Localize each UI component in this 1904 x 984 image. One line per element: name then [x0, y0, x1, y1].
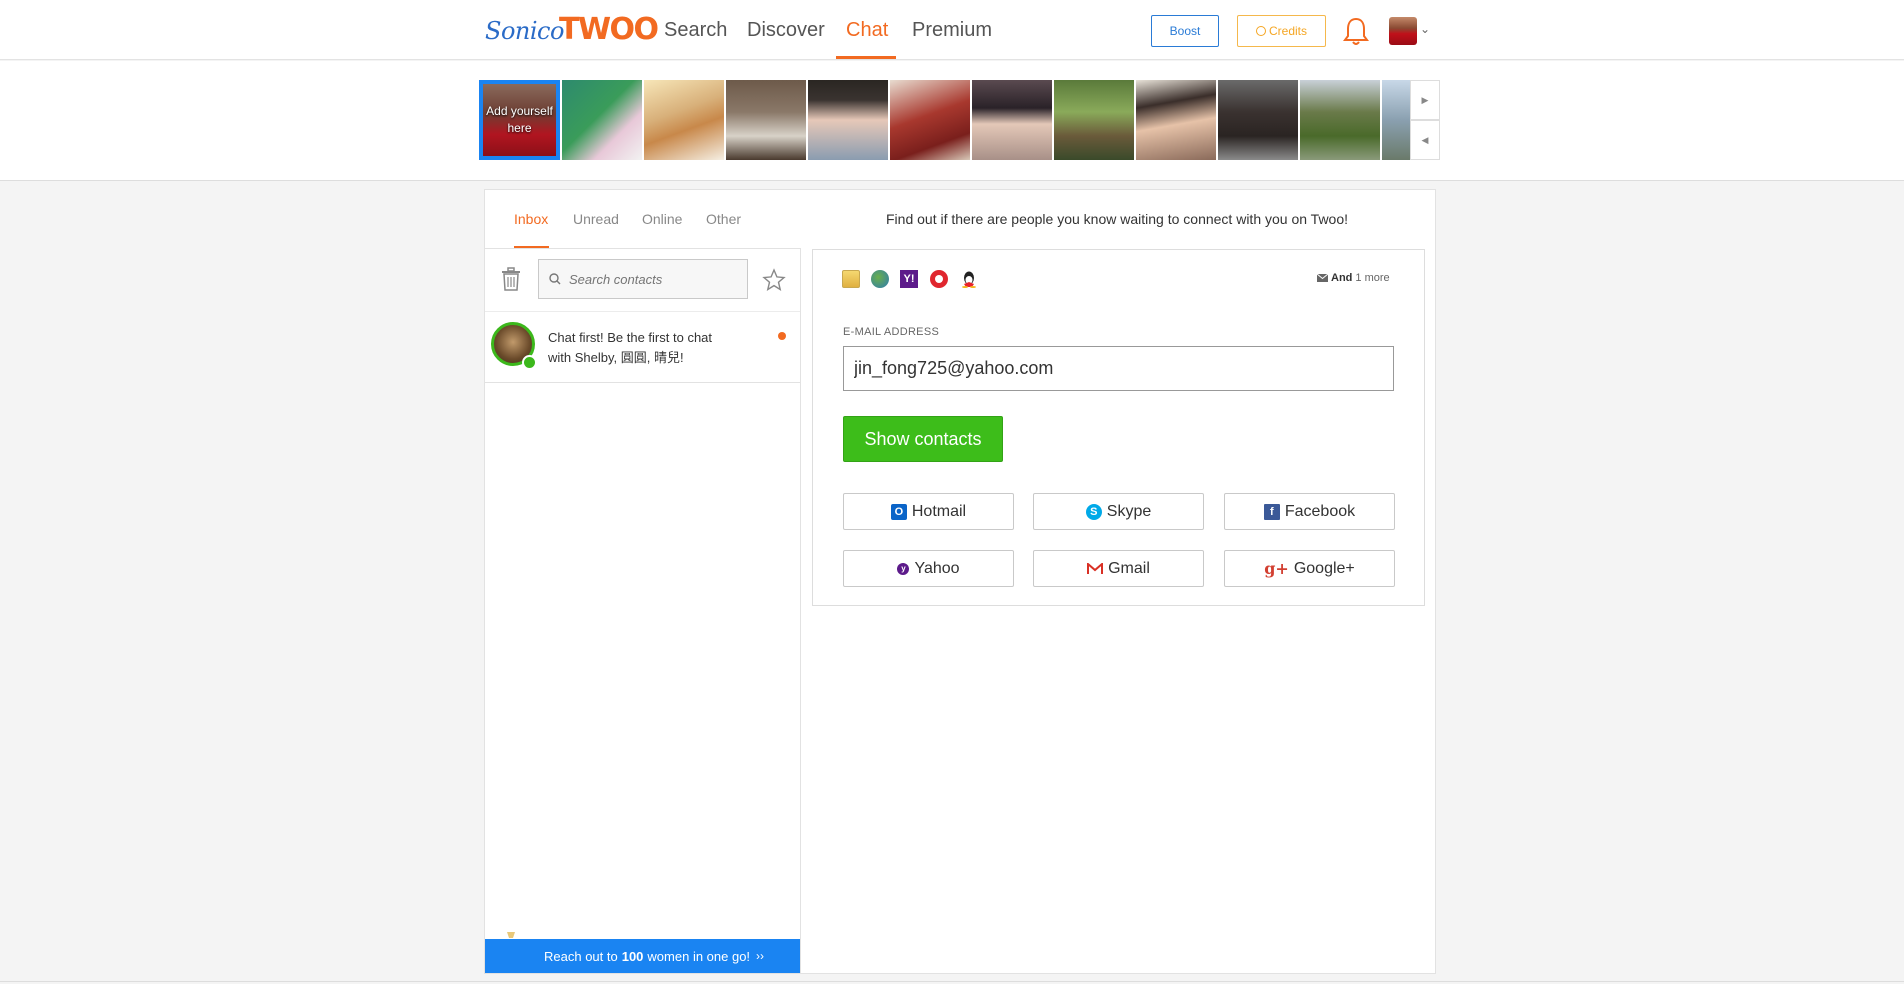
googleplus-button[interactable]: g+ Google+ — [1224, 550, 1395, 587]
skype-button[interactable]: S Skype — [1033, 493, 1204, 530]
column-divider — [800, 248, 801, 974]
twoo-logo[interactable]: TWOO — [559, 12, 659, 47]
email-field[interactable] — [843, 346, 1394, 391]
nav-chat[interactable]: Chat — [846, 19, 888, 42]
chevron-right-icon: ›› — [756, 949, 765, 963]
credits-button[interactable]: Credits — [1237, 15, 1326, 47]
facebook-button[interactable]: f Facebook — [1224, 493, 1395, 530]
facebook-label: Facebook — [1284, 502, 1356, 520]
skype-icon: S — [1085, 503, 1102, 520]
add-yourself-label: Add yourself here — [483, 84, 556, 156]
skype-label: Skype — [1106, 502, 1152, 520]
reach-count: 100 — [621, 948, 644, 964]
tab-online[interactable]: Online — [642, 211, 682, 227]
tab-other[interactable]: Other — [706, 211, 741, 227]
profile-thumb[interactable] — [808, 80, 888, 160]
aol-icon[interactable] — [930, 270, 948, 288]
reach-out-banner[interactable]: Reach out to 100 women in one go! ›› — [485, 939, 800, 973]
sonico-logo[interactable]: Sonico — [485, 17, 564, 45]
googleplus-label: Google+ — [1293, 559, 1355, 577]
strip-prev-arrow-icon[interactable]: ◀ — [1410, 120, 1440, 160]
more-providers-link[interactable]: 1 more — [1355, 272, 1389, 284]
profile-thumb[interactable] — [1054, 80, 1134, 160]
profile-thumb[interactable] — [1218, 80, 1298, 160]
chat-preview-text: Chat first! Be the first to chat with Sh… — [548, 330, 713, 365]
online-status-icon — [522, 355, 537, 370]
gmail-label: Gmail — [1108, 559, 1150, 577]
search-icon — [549, 273, 561, 285]
yahoo-icon[interactable]: Y! — [900, 270, 918, 288]
page-bottom-border — [0, 981, 1904, 982]
divider — [484, 248, 801, 249]
more-providers: And 1 more — [1317, 272, 1390, 284]
yahoo-icon: y — [897, 562, 910, 575]
gmail-icon — [1087, 562, 1104, 574]
user-avatar[interactable] — [1389, 17, 1417, 45]
profile-thumb[interactable] — [726, 80, 806, 160]
nav-active-indicator — [836, 56, 896, 59]
yahoo-button[interactable]: y Yahoo — [843, 550, 1014, 587]
profile-thumb[interactable] — [562, 80, 642, 160]
promo-text: Find out if there are people you know wa… — [886, 211, 1349, 227]
strip-next-arrow-icon[interactable]: ▶ — [1410, 80, 1440, 120]
facebook-icon: f — [1263, 503, 1280, 520]
nav-discover[interactable]: Discover — [747, 19, 825, 42]
nav-premium[interactable]: Premium — [912, 19, 992, 42]
profile-thumb[interactable] — [1300, 80, 1380, 160]
address-book-icon[interactable] — [842, 270, 860, 288]
profile-thumb[interactable] — [644, 80, 724, 160]
search-contacts-box[interactable] — [538, 259, 748, 299]
hotmail-button[interactable]: O Hotmail — [843, 493, 1014, 530]
reach-prefix: Reach out to — [544, 948, 618, 964]
credits-coin-icon — [1255, 26, 1266, 36]
notification-bell-icon[interactable] — [1342, 16, 1370, 46]
profile-thumb[interactable] — [972, 80, 1052, 160]
add-yourself-tile[interactable]: Add yourself here — [479, 80, 560, 160]
and-label: And — [1331, 272, 1353, 284]
show-contacts-button[interactable]: Show contacts — [843, 416, 1003, 462]
msn-icon[interactable] — [871, 270, 889, 288]
profile-thumb[interactable] — [890, 80, 970, 160]
qq-icon[interactable] — [960, 270, 978, 288]
reach-suffix: women in one go! — [647, 948, 751, 964]
trash-icon[interactable] — [500, 267, 522, 291]
credits-label: Credits — [1268, 24, 1307, 38]
gmail-button[interactable]: Gmail — [1033, 550, 1204, 587]
outlook-icon: O — [890, 503, 907, 520]
tab-unread[interactable]: Unread — [573, 211, 619, 227]
tab-inbox[interactable]: Inbox — [514, 211, 548, 227]
star-icon[interactable] — [762, 268, 786, 292]
nav-search[interactable]: Search — [664, 19, 727, 42]
email-label: E-MAIL ADDRESS — [843, 326, 940, 338]
chat-list-item[interactable]: Chat first! Be the first to chat with Sh… — [485, 311, 800, 383]
googleplus-icon: g+ — [1264, 559, 1289, 578]
search-contacts-input[interactable] — [569, 271, 739, 287]
unread-dot-icon — [778, 332, 786, 340]
boost-button[interactable]: Boost — [1151, 15, 1219, 47]
profile-thumb[interactable] — [1382, 80, 1410, 160]
hotmail-label: Hotmail — [911, 502, 967, 520]
chevron-down-icon[interactable]: ⌄ — [1420, 22, 1430, 36]
mail-icon — [1317, 274, 1328, 282]
yahoo-label: Yahoo — [914, 559, 960, 577]
profile-thumb[interactable] — [1136, 80, 1216, 160]
